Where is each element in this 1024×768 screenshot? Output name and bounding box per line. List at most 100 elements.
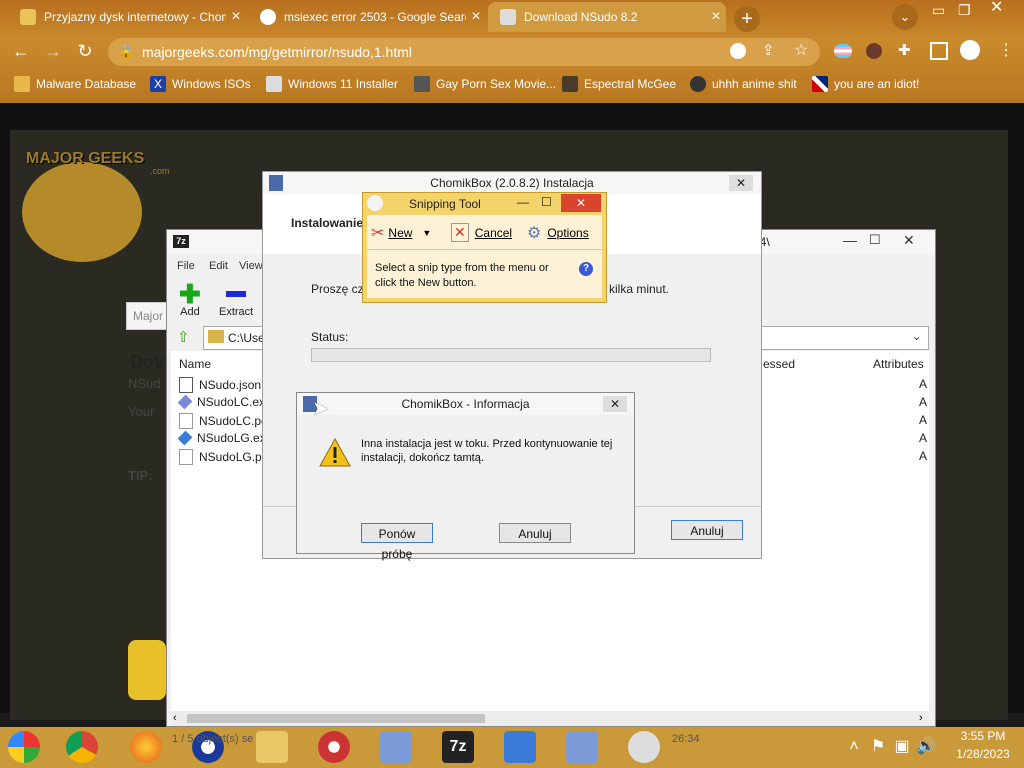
close-icon[interactable]: × — [466, 8, 486, 26]
lock-icon[interactable]: 🔒 — [118, 44, 134, 60]
reload-icon[interactable]: ↻ — [74, 40, 96, 62]
installer-heading: Instalowanie — [291, 216, 364, 230]
share-icon[interactable]: ⇪ — [762, 41, 775, 59]
chevron-down-icon[interactable]: ⌄ — [912, 330, 921, 343]
list-item[interactable]: NSudoLC.exe — [177, 394, 272, 410]
google-lens-icon[interactable] — [730, 43, 746, 59]
tab-chomik[interactable]: Przyjazny dysk internetowy - Chomik × — [8, 2, 246, 32]
tab-search-icon[interactable]: ⌄ — [892, 4, 918, 30]
chomik-favicon-icon — [20, 9, 36, 25]
extension-avatar-icon[interactable] — [866, 43, 882, 59]
help-icon[interactable]: ? — [579, 262, 593, 276]
scroll-right-icon[interactable]: › — [919, 712, 923, 724]
gear-icon: ⚙ — [527, 225, 542, 242]
bookmark-malware-database[interactable]: Malware Database — [14, 76, 136, 92]
close-icon[interactable]: × — [706, 8, 726, 26]
forward-icon[interactable]: → — [42, 40, 64, 62]
installer-taskbar-icon[interactable] — [566, 731, 598, 763]
snip-options-button[interactable]: ⚙ Options — [527, 223, 589, 243]
extract-button[interactable]: Extract — [219, 282, 253, 318]
dropdown-arrow-icon[interactable]: ▼ — [422, 228, 431, 238]
bookmark-anime[interactable]: uhhh anime shit — [690, 76, 797, 92]
close-icon[interactable]: ✕ — [561, 194, 601, 212]
info-title: ChomikBox - Informacja — [401, 397, 530, 411]
window-close-icon[interactable]: ✕ — [990, 0, 1008, 16]
bookmark-you-are-an-idiot[interactable]: you are an idiot! — [812, 76, 919, 92]
list-item[interactable]: NSudoLC.pdb — [179, 413, 274, 429]
url-text[interactable]: majorgeeks.com/mg/getmirror/nsudo,1.html — [142, 44, 412, 60]
menu-edit[interactable]: Edit — [209, 260, 228, 272]
installer-taskbar-icon[interactable] — [380, 731, 412, 763]
tab-nsudo[interactable]: Download NSudo 8.2 × — [488, 2, 726, 32]
up-folder-icon[interactable]: ⇧ — [177, 328, 190, 346]
bookmark-favicon-icon — [14, 76, 30, 92]
info-titlebar[interactable]: ChomikBox - Informacja ✕ — [297, 393, 634, 415]
profile-avatar-icon[interactable] — [960, 40, 980, 60]
installer-cancel-button[interactable]: Anuluj — [671, 520, 743, 540]
extensions-puzzle-icon[interactable]: ✚ — [898, 41, 911, 59]
snip-cancel-button[interactable]: ✕ Cancel — [451, 223, 512, 242]
bookmark-espectral-mcgee[interactable]: Espectral McGee — [562, 76, 676, 92]
bookmark-gay-porn[interactable]: Gay Porn Sex Movie... — [414, 76, 556, 92]
bookmark-favicon-icon — [562, 76, 578, 92]
folder-icon — [208, 330, 224, 343]
extension-flag-icon[interactable] — [834, 44, 852, 58]
list-item[interactable]: NSudoLG.exe — [177, 430, 272, 446]
minimize-icon[interactable]: ▭ — [932, 3, 950, 17]
network-icon[interactable]: ▣ — [890, 735, 914, 759]
volume-icon[interactable]: 🔊 — [914, 735, 938, 759]
horizontal-scrollbar[interactable]: ‹ › — [171, 711, 929, 726]
app-taskbar-icon[interactable] — [504, 731, 536, 763]
app-taskbar-icon[interactable] — [318, 731, 350, 763]
info-cancel-button[interactable]: Anuluj — [499, 523, 571, 543]
bookmark-windows-isos[interactable]: X Windows ISOs — [150, 76, 251, 92]
tab-google[interactable]: msiexec error 2503 - Google Search × — [248, 2, 486, 32]
show-hidden-icons[interactable]: ˄ — [842, 735, 866, 759]
menu-view[interactable]: View — [239, 260, 263, 272]
retry-button[interactable]: Ponów próbę — [361, 523, 433, 561]
minimize-icon[interactable]: — — [517, 195, 529, 209]
bookmark-label: Windows ISOs — [172, 77, 251, 91]
maximize-icon[interactable]: ☐ — [541, 195, 552, 209]
maximize-icon[interactable]: ☐ — [869, 232, 881, 248]
scroll-thumb[interactable] — [187, 714, 485, 723]
action-center-flag-icon[interactable]: ⚑ — [866, 735, 890, 759]
chrome-taskbar-icon[interactable] — [66, 731, 98, 763]
file-explorer-taskbar-icon[interactable] — [256, 731, 288, 763]
close-icon[interactable]: ✕ — [603, 396, 627, 412]
tab-title: Download NSudo 8.2 — [524, 10, 638, 24]
add-button[interactable]: ✚ Add — [179, 281, 201, 318]
minimize-icon[interactable]: — — [843, 232, 857, 248]
scroll-left-icon[interactable]: ‹ — [173, 712, 177, 724]
close-icon[interactable]: ✕ — [903, 232, 915, 249]
majorgeeks-logo[interactable]: MAJOR GEEKS .com — [12, 140, 172, 265]
clock-date[interactable]: 1/28/2023 — [948, 747, 1018, 761]
bookmark-windows-11-installer[interactable]: Windows 11 Installer — [266, 76, 398, 92]
bookmark-label: Malware Database — [36, 77, 137, 91]
start-button[interactable] — [8, 731, 40, 763]
column-name[interactable]: Name — [179, 357, 211, 371]
7zip-taskbar-icon[interactable]: 7z — [442, 731, 474, 763]
column-attributes[interactable]: Attributes — [873, 357, 924, 371]
column-packed[interactable]: essed — [763, 357, 795, 371]
clock-time[interactable]: 3:55 PM — [952, 729, 1014, 743]
list-item[interactable]: NSudoLG.pdb — [179, 449, 275, 465]
new-tab-button[interactable]: + — [734, 6, 760, 32]
snipping-tool-taskbar-icon[interactable] — [628, 731, 660, 763]
maximize-icon[interactable]: ❐ — [958, 3, 976, 17]
close-icon[interactable]: ✕ — [729, 175, 753, 191]
info-message: Inna instalacja jest w toku. Przed konty… — [361, 438, 613, 464]
back-icon[interactable]: ← — [10, 40, 32, 62]
installer-titlebar[interactable]: ChomikBox (2.0.8.2) Instalacja ✕ — [263, 172, 761, 194]
7zip-app-icon: 7z — [173, 235, 189, 248]
side-panel-icon[interactable] — [930, 42, 948, 60]
bookmark-label: Windows 11 Installer — [288, 77, 398, 91]
new-snip-button[interactable]: ✂ New ▼ — [371, 223, 431, 243]
menu-file[interactable]: File — [177, 260, 195, 272]
close-icon[interactable]: × — [226, 8, 246, 26]
list-item[interactable]: NSudo.json — [179, 377, 261, 393]
bookmark-star-icon[interactable]: ☆ — [794, 40, 808, 60]
firefox-taskbar-icon[interactable] — [130, 731, 162, 763]
file-attr: A — [919, 377, 928, 391]
menu-kebab-icon[interactable]: ⋮ — [998, 40, 1014, 60]
